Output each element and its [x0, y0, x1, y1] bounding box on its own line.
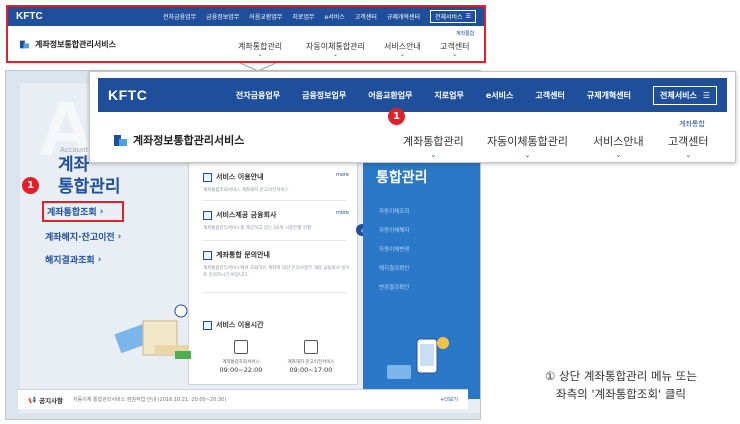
nav-item[interactable]: 금융정보업무: [302, 90, 346, 101]
brand[interactable]: 계좌정보통합관리서비스: [114, 132, 244, 148]
side-item-label: 해지결과조회: [45, 256, 95, 266]
top-nav: 전자금융업무 금융정보업무 어음교환업무 지로업무 e서비스 고객센터 규제개혁…: [236, 85, 717, 105]
chevron-right-icon: ›: [117, 231, 122, 242]
panel-title: 통합관리: [376, 170, 428, 186]
dd-title: 서비스 이용안내: [216, 173, 264, 181]
chevron-right-icon: ›: [97, 254, 102, 265]
nav-item[interactable]: 고객센터: [535, 90, 564, 101]
side-item-label: 계좌해지·잔고이전: [45, 233, 115, 243]
dd-inquiry[interactable]: 계좌통합 문의안내 계좌통합관리서비스에서 조회하신 계좌에 대한 문의사항은 …: [203, 250, 353, 279]
chevron-down-icon: ⌄: [524, 151, 531, 159]
hours-transfer: 계좌해지·잔고이전서비스 09:00~17:00: [281, 340, 341, 374]
caption-line: 좌측의 '계좌통합조회' 클릭: [555, 387, 686, 401]
dd-title: 서비스제공 금융회사: [216, 211, 277, 219]
hours-label: 계좌해지·잔고이전서비스: [287, 360, 335, 365]
panel-item[interactable]: 해지결과확인: [379, 264, 409, 272]
menu-autotransfer-management[interactable]: 자동이체통합관리 ⌄: [487, 133, 568, 159]
menu-icon: ☰: [702, 90, 710, 100]
instruction-caption: ① 상단 계좌통합관리 메뉴 또는 좌측의 '계좌통합조회' 클릭: [508, 367, 734, 403]
panel-item[interactable]: 자동이체해지: [379, 226, 409, 234]
divider: [203, 240, 347, 241]
step-badge: 1: [22, 177, 39, 194]
nav-item[interactable]: e서비스: [486, 90, 514, 101]
brand-logo-icon: [114, 134, 127, 146]
menu-label: 자동이체통합관리: [487, 135, 568, 148]
chevron-down-icon: ⌄: [615, 151, 622, 159]
caption-line: ① 상단 계좌통합관리 메뉴 또는: [545, 369, 697, 383]
divider: [203, 200, 347, 201]
menu-customer-center[interactable]: 고객센터 ⌄: [668, 133, 709, 159]
menu-label: 고객센터: [668, 135, 709, 148]
dd-desc: 계좌통합조회서비스 계좌해지·잔고이전서비스: [203, 188, 289, 193]
service-hours-title: 서비스 이용시간: [203, 320, 264, 330]
all-services-button[interactable]: 전체서비스 ☰: [653, 85, 717, 105]
phone-illustration-icon: [387, 337, 449, 379]
all-services-label: 전체서비스: [660, 90, 697, 100]
panel-item[interactable]: 자동이체조회: [379, 207, 409, 215]
side-item-label: 계좌통합조회: [47, 208, 97, 218]
cs-top-label: 계좌통합: [679, 120, 705, 128]
monitor-icon: [234, 340, 248, 354]
building-icon: [203, 210, 212, 220]
zoom-top-bar: KFTC 전자금융업무 금융정보업무 어음교환업무 지로업무 e서비스 고객센터…: [98, 78, 727, 112]
megaphone-icon: 📢: [28, 395, 37, 404]
notice-label: 📢 공지사항: [28, 395, 63, 405]
panel-item[interactable]: 변경결과확인: [379, 283, 409, 291]
side-item-cancel-transfer[interactable]: 계좌해지·잔고이전 ›: [42, 228, 124, 245]
submenu-panel: 서비스 이용안내 more 계좌통합조회서비스 계좌해지·잔고이전서비스 서비스…: [188, 161, 358, 385]
notice-bar: 📢 공지사항 자동이체 통합관리서비스 점검작업 안내 (2016.10.21.…: [18, 389, 468, 409]
transfer-icon: [304, 340, 318, 354]
panel-item[interactable]: 자동이체변경: [379, 245, 409, 253]
nav-item[interactable]: 어음교환업무: [368, 90, 412, 101]
step-badge: 1: [388, 108, 405, 125]
menu-label: 서비스안내: [593, 135, 644, 148]
kftc-logo[interactable]: KFTC: [108, 87, 147, 103]
chevron-right-icon: ›: [99, 206, 104, 217]
panel-list: 자동이체조회 자동이체해지 자동이체변경 해지결과확인 변경결과확인: [379, 207, 409, 291]
phone-icon: [203, 250, 212, 260]
chevron-down-icon: ⌄: [430, 151, 437, 159]
zoom-header-screenshot: KFTC 전자금융업무 금융정보업무 어음교환업무 지로업무 e서비스 고객센터…: [89, 71, 736, 163]
bankbook-illustration-icon: [114, 304, 191, 359]
menu-account-management[interactable]: 계좌통합관리 ⌄: [403, 133, 464, 159]
notice-more-link[interactable]: +더보기: [440, 396, 458, 403]
nav-item[interactable]: 지로업무: [434, 90, 463, 101]
divider: [203, 292, 347, 293]
more-link[interactable]: more: [336, 210, 349, 216]
side-item-cancel-result[interactable]: 해지결과조회 ›: [42, 251, 124, 268]
nav-item[interactable]: 전자금융업무: [236, 90, 280, 101]
service-hours-label: 서비스 이용시간: [216, 321, 264, 329]
menu-label: 계좌통합관리: [403, 135, 464, 148]
notice-text[interactable]: 자동이체 통합관리서비스 점검작업 안내 (2016.10.21. 20:00~…: [73, 396, 226, 403]
brand-label: 계좌정보통합관리서비스: [133, 134, 245, 147]
side-menu: 계좌통합조회 › 계좌해지·잔고이전 › 해지결과조회 ›: [42, 201, 125, 268]
dd-service-guide[interactable]: 서비스 이용안내 more 계좌통합조회서비스 계좌해지·잔고이전서비스: [203, 172, 353, 194]
dd-desc: 계좌통합관리서비스를 제공하고 있는 16개 시중은행 현황: [203, 226, 312, 231]
dd-title: 계좌통합 문의안내: [216, 251, 270, 259]
side-item-account-lookup[interactable]: 계좌통합조회 ›: [42, 201, 125, 222]
nav-item[interactable]: 규제개혁센터: [587, 90, 631, 101]
side-title-line: 통합관리: [58, 177, 121, 197]
hours-value: 09:00~22:00: [219, 366, 263, 374]
hours-label: 계좌통합조회서비스: [222, 360, 260, 365]
sub-header: 계좌정보통합관리서비스 1 계좌통합관리 ⌄ 자동이체통합관리 ⌄ 서비스안내 …: [90, 108, 735, 164]
dd-financial-companies[interactable]: 서비스제공 금융회사 more 계좌통합관리서비스를 제공하고 있는 16개 시…: [203, 210, 353, 232]
chevron-down-icon: ⌄: [685, 151, 692, 159]
clock-icon: [203, 320, 212, 330]
dd-desc: 계좌통합관리서비스에서 조회하신 계좌에 대한 문의사항은 해당 금융회사 앞으…: [203, 266, 350, 278]
more-link[interactable]: more: [336, 172, 349, 178]
document-icon: [203, 172, 212, 182]
menu-service-info[interactable]: 서비스안내 ⌄: [593, 133, 644, 159]
hours-value: 09:00~17:00: [289, 366, 333, 374]
autotransfer-panel: 통합관리 자동이체조회 자동이체해지 자동이체변경 해지결과확인 변경결과확인: [363, 155, 480, 399]
notice-label-text: 공지사항: [39, 396, 64, 405]
hours-lookup: 계좌통합조회서비스 09:00~22:00: [211, 340, 271, 374]
